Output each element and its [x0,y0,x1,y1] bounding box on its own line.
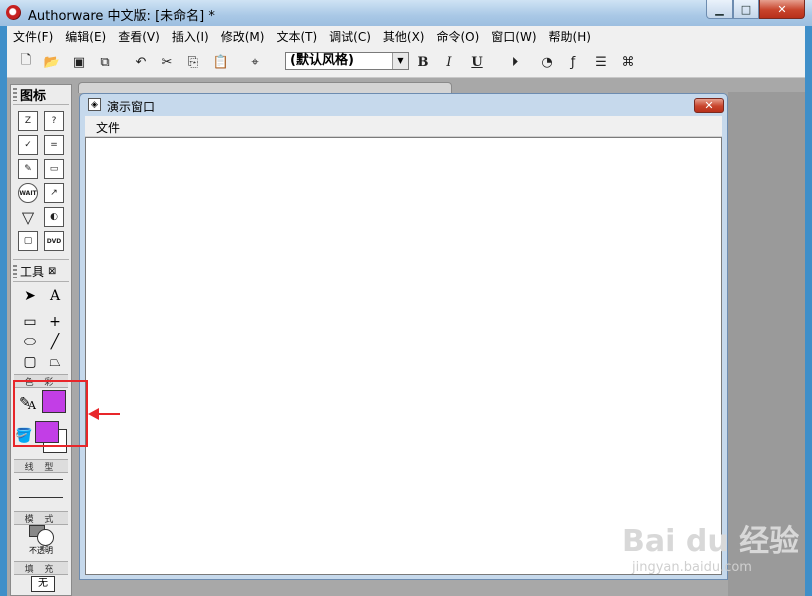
window-title: Authorware 中文版: [未命名] * [28,9,215,24]
close-button[interactable]: ✕ [759,0,805,19]
ellipse-tool-icon[interactable]: ⬭ [20,333,40,351]
rounded-rectangle-tool-icon[interactable]: ▢ [20,353,40,371]
title-bar: Authorware 中文版: [未命名] * ▁ □ ✕ [0,0,812,26]
line-section-label: 线 型 [14,459,68,473]
baidu-watermark: Bai du 经验 jingyan.baidu.com [622,508,802,588]
menu-other[interactable]: 其他(X) [377,28,431,45]
menu-modify[interactable]: 修改(M) [215,28,271,45]
minimize-icon: ▁ [715,2,724,16]
presentation-title-bar[interactable]: ◈ 演示窗口 ✕ [80,94,727,116]
control-panel-icon[interactable]: ◔ [537,52,557,72]
tools-header[interactable]: 工具 ⊠ [13,263,69,280]
navigate-icon[interactable]: ↗ [44,183,64,203]
cut-icon[interactable]: ✂ [157,52,177,72]
close-icon: ✕ [777,2,787,16]
menu-edit[interactable]: 编辑(E) [59,28,112,45]
display-icon[interactable]: Z [18,111,38,131]
fill-value[interactable]: 无 [31,576,55,592]
dvd-icon[interactable]: DVD [44,231,64,251]
sound-icon[interactable]: ◐ [44,207,64,227]
menu-window[interactable]: 窗口(W) [485,28,542,45]
mode-value[interactable]: 不透明 [16,545,66,556]
icon-palette: 图标 Z ? ✓ = ✎ ▭ WAIT ↗ ▽ ◐ ▢ DVD 工具 ⊠ ➤ A… [10,84,72,596]
menu-insert[interactable]: 插入(I) [166,28,215,45]
pointer-tool-icon[interactable]: ➤ [20,287,40,305]
decision-icon[interactable]: ▽ [18,207,38,227]
menu-view[interactable]: 查看(V) [112,28,166,45]
presentation-close-button[interactable]: ✕ [694,98,724,113]
line-tool-icon[interactable]: ╱ [45,333,65,351]
knowledge-objects-icon[interactable]: ⌘ [618,52,638,72]
find-icon[interactable]: ⌖ [245,52,265,72]
functions-icon[interactable]: ƒ [563,52,583,72]
divider [13,104,69,105]
toolbar: 🗋 📂 ▣ ⧉ ↶ ✂ ⎘ 📋 ⌖ (默认风格) ▼ B I U ⏵ ◔ ƒ ☰… [7,47,805,78]
fill-section-label: 填 充 [14,561,68,575]
new-file-icon[interactable]: 🗋 [16,52,36,72]
red-arrow-icon [88,408,120,420]
text-tool-icon[interactable]: A [45,287,65,305]
menu-debug[interactable]: 调试(C) [323,28,377,45]
interaction-icon[interactable]: ? [44,111,64,131]
restart-icon[interactable]: ⏵ [505,52,525,72]
presentation-menu-file[interactable]: 文件 [96,119,120,136]
mode-section-label: 模 式 [14,511,68,525]
motion-icon[interactable]: ✓ [18,135,38,155]
grip-icon[interactable] [13,88,17,101]
presentation-window-icon: ◈ [88,98,101,111]
mode-circle-icon[interactable] [37,529,54,546]
framework-icon[interactable]: ▢ [18,231,38,251]
watermark-brand: Bai du 经验 [622,524,800,559]
undo-icon[interactable]: ↶ [131,52,151,72]
bold-button[interactable]: B [413,52,433,72]
crosshair-tool-icon[interactable]: + [45,313,65,331]
authorware-app-icon[interactable] [6,5,21,20]
chevron-down-icon[interactable]: ▼ [392,53,408,69]
calculation-icon[interactable]: = [44,135,64,155]
menu-commands[interactable]: 命令(O) [430,28,485,45]
open-folder-icon[interactable]: 📂 [42,52,62,72]
highlight-box [13,380,88,447]
underline-button[interactable]: U [467,52,487,72]
close-icon[interactable]: ⊠ [48,266,56,277]
tools-title: 工具 [20,265,45,279]
divider [13,281,69,282]
presentation-title: 演示窗口 [107,100,156,114]
polygon-tool-icon[interactable]: ⏢ [45,353,65,371]
line-style-thin[interactable] [19,479,63,480]
divider [13,259,69,260]
presentation-menu-bar: 文件 [85,116,722,137]
icon-palette-title: 图标 [20,89,47,104]
text-style-value: (默认风格) [290,53,354,68]
maximize-icon: □ [740,2,752,16]
erase-icon[interactable]: ✎ [18,159,38,179]
copy-icon[interactable]: ⎘ [183,52,203,72]
map-icon[interactable]: ▭ [44,159,64,179]
close-icon: ✕ [704,99,714,112]
watermark-url: jingyan.baidu.com [632,560,752,575]
menu-file[interactable]: 文件(F) [7,28,59,45]
paste-icon[interactable]: 📋 [211,52,231,72]
wait-icon[interactable]: WAIT [18,183,38,203]
save-all-icon[interactable]: ▣ [69,52,89,72]
text-style-select[interactable]: (默认风格) ▼ [285,52,409,70]
variables-icon[interactable]: ☰ [591,52,611,72]
menu-text[interactable]: 文本(T) [270,28,323,45]
flowline-window-edge [78,82,452,93]
menu-bar: 文件(F) 编辑(E) 查看(V) 插入(I) 修改(M) 文本(T) 调试(C… [7,26,805,48]
line-style-medium[interactable] [19,497,63,498]
import-icon[interactable]: ⧉ [95,52,115,72]
presentation-window: ◈ 演示窗口 ✕ 文件 [79,93,728,580]
italic-button[interactable]: I [439,52,459,72]
maximize-button[interactable]: □ [733,0,759,19]
icon-palette-header[interactable]: 图标 [13,86,69,104]
grip-icon[interactable] [13,265,17,278]
minimize-button[interactable]: ▁ [706,0,733,19]
rectangle-tool-icon[interactable]: ▭ [20,313,40,331]
menu-help[interactable]: 帮助(H) [543,28,597,45]
